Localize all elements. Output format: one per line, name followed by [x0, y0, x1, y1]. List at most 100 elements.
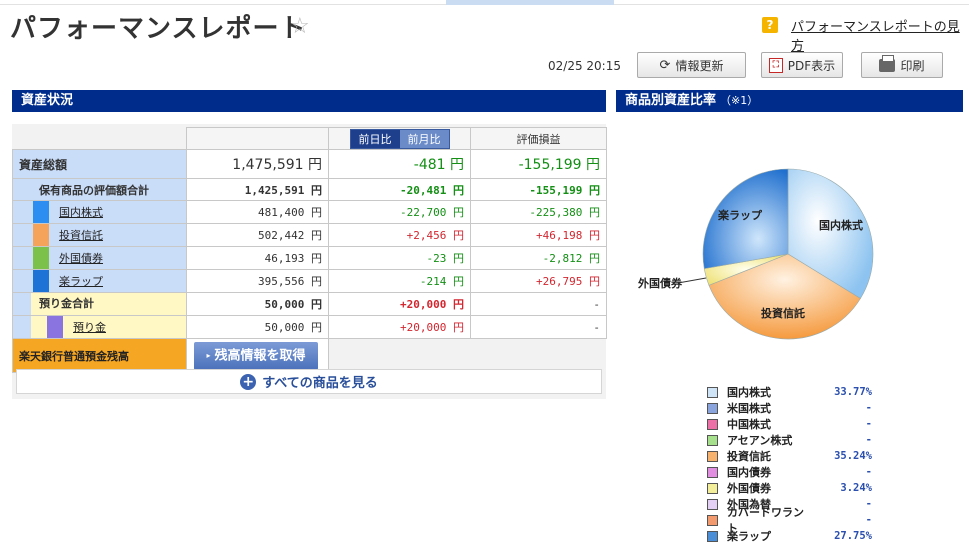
print-button[interactable]: 印刷	[861, 52, 943, 78]
item-pnl: -225,380 円	[470, 200, 607, 224]
printer-icon	[879, 54, 896, 72]
table-row: 外国債券 46,193 円 -23 円 -2,812 円	[12, 246, 607, 270]
foreign-bond-leader-line	[677, 277, 707, 284]
color-swatch	[33, 247, 49, 269]
print-label: 印刷	[900, 58, 925, 73]
item-change: -22,700 円	[328, 200, 471, 224]
header-empty	[13, 128, 187, 150]
legend-label: 投資信託	[727, 450, 771, 463]
legend-value: 27.75%	[834, 530, 872, 542]
legend-swatch	[707, 418, 718, 430]
legend-swatch	[707, 434, 718, 446]
deposit-total-amount: 50,000 円	[186, 292, 329, 316]
item-change: +2,456 円	[328, 223, 471, 247]
holdings-pnl: -155,199 円	[470, 178, 607, 201]
bank-label: 楽天銀行普通預金残高	[12, 338, 187, 373]
legend-item: 国内株式 33.77%	[707, 384, 872, 400]
bank-row: 楽天銀行普通預金残高 ▸ 残高情報を取得	[12, 338, 607, 373]
tab-month[interactable]: 前月比	[399, 129, 449, 148]
arrow-right-icon: ▸	[206, 350, 211, 360]
pie-slice-rakuwrap-label: 楽ラップ	[717, 208, 763, 222]
item-change: -214 円	[328, 269, 471, 293]
favorite-star-icon[interactable]: ☆	[290, 14, 310, 39]
legend-value: -	[865, 466, 872, 478]
item-change: -23 円	[328, 246, 471, 270]
view-all-products-label: すべての商品を見る	[262, 376, 378, 391]
legend-swatch	[707, 466, 718, 478]
allocation-section-header: 商品別資産比率 （※1）	[616, 90, 963, 112]
holdings-amount: 1,425,591 円	[186, 178, 329, 201]
legend-label: 外国債券	[727, 482, 771, 495]
total-pnl: -155,199 円	[470, 149, 607, 179]
legend-item: 外国債券 3.24%	[707, 480, 872, 496]
tab-day[interactable]: 前日比	[350, 129, 400, 148]
refresh-icon: ⟳	[659, 57, 671, 73]
legend-item: 国内債券 -	[707, 464, 872, 480]
help-link[interactable]: パフォーマンスレポートの見方	[791, 16, 969, 54]
legend-swatch	[707, 402, 718, 414]
table-row: 国内株式 481,400 円 -22,700 円 -225,380 円	[12, 200, 607, 224]
active-nav-indicator	[446, 0, 614, 5]
table-row: 楽ラップ 395,556 円 -214 円 +26,795 円	[12, 269, 607, 293]
help-icon[interactable]: ?	[762, 17, 778, 33]
allocation-section-title: 商品別資産比率	[625, 93, 717, 108]
bank-button-cell: ▸ 残高情報を取得	[186, 338, 329, 373]
item-amount: 395,556 円	[186, 269, 329, 293]
refresh-button[interactable]: ⟳ 情報更新	[637, 52, 746, 78]
total-change: -481 円	[328, 149, 471, 179]
item-link-investment-trust[interactable]: 投資信託	[59, 227, 103, 243]
item-label-cell: 国内株式	[12, 200, 187, 224]
pie-legend: 国内株式 33.77% 米国株式 - 中国株式 - アセアン株式 - 投資信託 35.24% 国内債…	[707, 384, 872, 544]
legend-swatch	[707, 386, 718, 398]
fetch-balance-button[interactable]: ▸ 残高情報を取得	[194, 341, 318, 370]
color-swatch	[33, 270, 49, 292]
view-all-products-button[interactable]: + すべての商品を見る	[16, 369, 602, 394]
pdf-button[interactable]: ⛶ PDF表示	[761, 52, 843, 78]
legend-item: カバードワラント -	[707, 506, 872, 535]
legend-label: アセアン株式	[727, 434, 793, 447]
legend-value: -	[865, 402, 872, 414]
allocation-note: （※1）	[720, 94, 759, 107]
legend-swatch	[707, 514, 718, 526]
assets-table: 前日比 前月比 評価損益 資産総額 1,475,591 円 -481 円 -155…	[12, 127, 607, 373]
plus-circle-icon: +	[240, 373, 257, 390]
deposit-amount: 50,000 円	[186, 315, 329, 339]
legend-value: -	[865, 418, 872, 430]
deposit-total-change: +20,000 円	[328, 292, 471, 316]
legend-label: 中国株式	[727, 418, 771, 431]
pdf-label: PDF表示	[787, 58, 836, 73]
legend-value: 33.77%	[834, 386, 872, 398]
deposit-total-row: 預り金合計 50,000 円 +20,000 円 -	[12, 292, 607, 316]
deposit-total-pnl: -	[470, 292, 607, 316]
top-bar	[0, 0, 969, 5]
legend-value: -	[865, 514, 872, 526]
item-link-rakuwrap[interactable]: 楽ラップ	[59, 273, 103, 289]
assets-section-header: 資産状況	[12, 90, 606, 112]
legend-value: -	[865, 498, 872, 510]
legend-swatch	[707, 530, 718, 542]
total-row: 資産総額 1,475,591 円 -481 円 -155,199 円	[12, 149, 607, 179]
legend-label: 国内債券	[727, 466, 771, 479]
deposit-pnl: -	[470, 315, 607, 339]
item-label-cell: 楽ラップ	[12, 269, 187, 293]
holdings-row: 保有商品の評価額合計 1,425,591 円 -20,481 円 -155,19…	[12, 178, 607, 201]
legend-value: -	[865, 434, 872, 446]
legend-item: アセアン株式 -	[707, 432, 872, 448]
pie-slice-foreign-bond-label: 外国債券	[637, 276, 683, 290]
item-link-deposit[interactable]: 預り金	[73, 319, 106, 335]
pdf-icon: ⛶	[768, 57, 783, 73]
legend-value: 35.24%	[834, 450, 872, 462]
header-row: 前日比 前月比 評価損益	[13, 127, 607, 150]
deposit-label-cell: 預り金	[12, 315, 187, 339]
item-link-domestic-stock[interactable]: 国内株式	[59, 204, 103, 220]
item-pnl: -2,812 円	[470, 246, 607, 270]
holdings-change: -20,481 円	[328, 178, 471, 201]
pie-slice-domestic-stock-label: 国内株式	[819, 218, 863, 232]
color-swatch	[33, 201, 49, 223]
allocation-pie-chart: 国内株式投資信託 外国債券 楽ラップ	[637, 168, 874, 340]
fetch-balance-label: 残高情報を取得	[214, 348, 306, 363]
page-title: パフォーマンスレポート	[10, 14, 307, 44]
update-timestamp: 02/25 20:15	[548, 59, 621, 73]
item-link-foreign-bond[interactable]: 外国債券	[59, 250, 103, 266]
legend-label: 米国株式	[727, 402, 771, 415]
